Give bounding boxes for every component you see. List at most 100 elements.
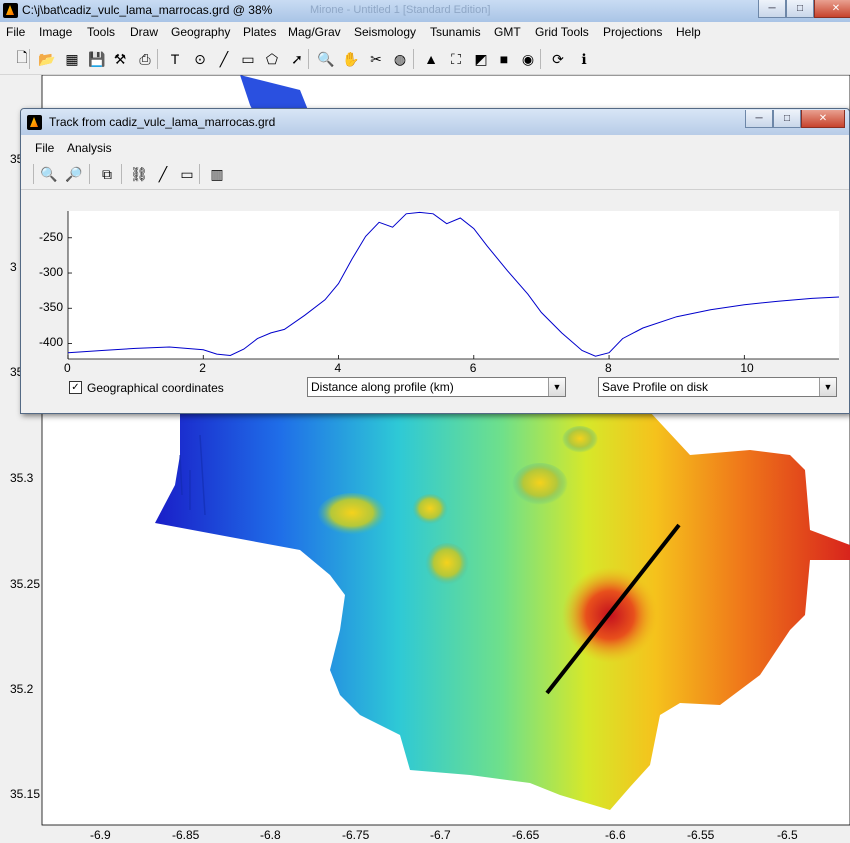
x-tick-label: 6 — [469, 361, 477, 375]
distance-unit-value: Distance along profile (km) — [311, 380, 454, 394]
polygon-icon[interactable]: ⬠ — [262, 49, 282, 69]
menu-draw[interactable]: Draw — [130, 25, 158, 39]
copy-icon[interactable]: ⧉ — [97, 164, 117, 184]
text-icon[interactable]: T — [165, 49, 185, 69]
menu-image[interactable]: Image — [39, 25, 72, 39]
menu-help[interactable]: Help — [676, 25, 701, 39]
main-menubar: File Image Tools Draw Geography Plates M… — [0, 22, 850, 42]
pan-hand-icon[interactable]: ✋ — [341, 49, 361, 69]
menu-plates[interactable]: Plates — [243, 25, 276, 39]
toolbar-separator — [540, 49, 541, 69]
track-maximize-button[interactable]: □ — [773, 110, 801, 128]
x-tick-label: 8 — [605, 361, 612, 375]
toolbar-separator — [308, 49, 309, 69]
track-menubar: File Analysis — [21, 139, 849, 157]
toolbar-separator — [157, 49, 158, 69]
menu-mag-grav[interactable]: Mag/Grav — [288, 25, 341, 39]
x-tick-label: 0 — [64, 361, 71, 375]
toolbar-separator — [199, 164, 200, 184]
map-x-tick: -6.75 — [342, 828, 370, 842]
x-tick-label: 4 — [334, 361, 342, 375]
refresh-icon[interactable]: ⟳ — [548, 49, 568, 69]
zoom-icon[interactable]: 🔍 — [316, 49, 336, 69]
seamount-5 — [562, 426, 598, 454]
map-y-tick: 35.25 — [10, 577, 41, 591]
y-tick-label: -300 — [38, 265, 63, 280]
open-image-icon[interactable]: ▦ — [62, 49, 82, 69]
shading-icon[interactable]: ▲ — [421, 49, 441, 69]
geographical-coordinates-checkbox[interactable]: ✓ — [69, 381, 82, 394]
menu-geography[interactable]: Geography — [171, 25, 230, 39]
print-icon[interactable]: ⎙ — [135, 49, 155, 69]
open-folder-icon[interactable]: 📂 — [37, 49, 57, 69]
toolbar-separator — [413, 49, 414, 69]
zoom-reset-icon[interactable]: 🔎 — [64, 164, 84, 184]
track-profile-window: Track from cadiz_vulc_lama_marrocas.grd … — [20, 108, 850, 414]
map-y-tick: 35.2 — [10, 682, 34, 696]
main-window-title: C:\j\bat\cadiz_vulc_lama_marrocas.grd @ … — [22, 3, 273, 17]
menu-tsunamis[interactable]: Tsunamis — [430, 25, 481, 39]
menu-file[interactable]: File — [6, 25, 25, 39]
map-y-tick: 3 — [10, 260, 17, 274]
toolbar-separator — [89, 164, 90, 184]
y-tick-label: -250 — [38, 229, 63, 244]
barcode-icon[interactable]: ▥ — [207, 164, 227, 184]
track-menu-analysis[interactable]: Analysis — [67, 141, 112, 155]
info-icon[interactable]: ℹ — [574, 49, 594, 69]
seamount-4 — [425, 543, 469, 587]
main-window-faded-title: Mirone - Untitled 1 [Standard Edition] — [310, 4, 491, 16]
line-icon[interactable]: ╱ — [214, 49, 234, 69]
plot-area — [68, 211, 839, 359]
circle-icon[interactable]: ⊙ — [190, 49, 210, 69]
toolbar-separator — [33, 164, 34, 184]
map-x-tick: -6.85 — [172, 828, 200, 842]
draw-line-icon[interactable]: ╱ — [153, 164, 173, 184]
save-profile-dropdown[interactable]: Save Profile on disk ▼ — [598, 377, 837, 397]
color-palette-icon[interactable]: ◍ — [390, 49, 410, 69]
3d-view-icon[interactable]: ◩ — [471, 49, 491, 69]
map-y-tick: 35.15 — [10, 787, 41, 801]
zoom-in-icon[interactable]: 🔍 — [39, 164, 59, 184]
close-button[interactable]: ✕ — [814, 0, 850, 18]
arrow-icon[interactable]: ➚ — [287, 49, 307, 69]
map-y-tick: 35.3 — [10, 471, 34, 485]
menu-gmt[interactable]: GMT — [494, 25, 521, 39]
link-icon[interactable]: ⛓ — [129, 164, 149, 184]
track-menu-file[interactable]: File — [35, 141, 54, 155]
track-minimize-button[interactable]: ─ — [745, 110, 773, 128]
track-window-controls: ─ □ ✕ — [745, 110, 845, 129]
y-tick-label: -350 — [38, 300, 63, 315]
scissors-icon[interactable]: ✂ — [366, 49, 386, 69]
maximize-button[interactable]: □ — [786, 0, 814, 18]
seamount-2 — [412, 494, 448, 526]
track-toolbar: 🔍 🔎 ⧉ ⛓ ╱ ▭ ▥ — [21, 161, 849, 190]
menu-projections[interactable]: Projections — [603, 25, 662, 39]
minimize-button[interactable]: ─ — [758, 0, 786, 18]
dropdown-arrow-icon[interactable]: ▼ — [548, 378, 565, 396]
menu-seismology[interactable]: Seismology — [354, 25, 416, 39]
menu-tools[interactable]: Tools — [87, 25, 115, 39]
new-file-icon[interactable]: 🗋 — [12, 49, 32, 69]
track-close-button[interactable]: ✕ — [801, 110, 845, 128]
distance-unit-dropdown[interactable]: Distance along profile (km) ▼ — [307, 377, 566, 397]
binoculars-icon[interactable]: ⛶ — [446, 49, 466, 69]
map-x-tick: -6.55 — [687, 828, 715, 842]
toolbar-separator — [121, 164, 122, 184]
seamount-3 — [512, 463, 568, 507]
map-x-tick: -6.65 — [512, 828, 540, 842]
map-x-tick: -6.9 — [90, 828, 111, 842]
save-icon[interactable]: 💾 — [87, 49, 107, 69]
rectangle-icon[interactable]: ▭ — [238, 49, 258, 69]
dropdown-arrow-icon[interactable]: ▼ — [819, 378, 836, 396]
geographical-coordinates-label: Geographical coordinates — [87, 381, 224, 395]
dark-image-icon[interactable]: ■ — [494, 49, 514, 69]
y-tick-label: -400 — [38, 335, 63, 350]
rectangle-icon[interactable]: ▭ — [177, 164, 197, 184]
x-tick-label: 10 — [740, 361, 754, 375]
tools-icon[interactable]: ⚒ — [110, 49, 130, 69]
app-logo-icon — [3, 3, 18, 18]
globe-icon[interactable]: ◉ — [518, 49, 538, 69]
track-window-titlebar[interactable]: Track from cadiz_vulc_lama_marrocas.grd … — [21, 109, 849, 135]
seamount-1 — [317, 493, 387, 537]
menu-grid-tools[interactable]: Grid Tools — [535, 25, 589, 39]
